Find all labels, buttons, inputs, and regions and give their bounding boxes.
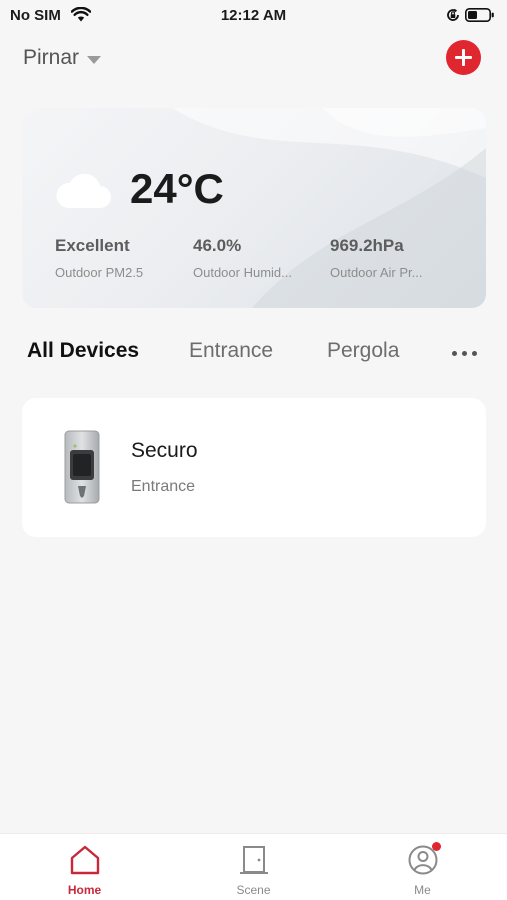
cloud-icon [56,173,111,208]
home-icon [70,845,100,875]
bottom-nav: Home Scene Me [0,833,507,900]
tab-all-devices[interactable]: All Devices [27,339,139,363]
temperature-value: 24°C [130,165,224,212]
tab-entrance[interactable]: Entrance [189,339,273,363]
nav-label: Me [414,883,431,897]
nav-scene[interactable]: Scene [169,834,338,900]
battery-icon [465,8,494,22]
home-name: Pirnar [23,46,80,69]
metric-value: Excellent [55,236,130,255]
more-dot [472,351,477,356]
fingerprint-reader-image [64,430,100,504]
metric-humidity: 46.0% Outdoor Humid... [193,236,323,280]
metric-label: Outdoor PM2.5 [55,265,144,280]
add-device-button[interactable] [446,40,481,75]
home-selector[interactable]: Pirnar [23,44,102,72]
nav-me[interactable]: Me [338,834,507,900]
door-icon [240,846,268,874]
nav-label: Home [67,883,102,897]
metric-label: Outdoor Humid... [193,265,292,280]
metric-value: 969.2hPa [330,236,404,255]
nav-home[interactable]: Home [0,834,169,900]
metric-air-pressure: 969.2hPa Outdoor Air Pr... [330,236,460,280]
metric-label: Outdoor Air Pr... [330,265,423,280]
notification-badge [432,842,441,851]
more-tabs-button[interactable] [448,348,480,360]
metric-value: 46.0% [193,236,242,255]
device-room: Entrance [131,478,196,495]
clock: 12:12 AM [220,7,287,24]
app-screen: No SIM 12:12 AM Pirnar 24°C Excellent Ou… [0,0,507,900]
caret-down-icon [87,55,102,64]
nav-label: Scene [236,883,271,897]
more-dot [452,351,457,356]
more-dot [462,351,467,356]
orientation-lock-icon [447,8,459,21]
weather-card[interactable]: 24°C Excellent Outdoor PM2.5 46.0% Outdo… [22,108,486,308]
metric-pm25: Excellent Outdoor PM2.5 [55,236,185,280]
tab-pergola[interactable]: Pergola [327,339,399,363]
room-tabs: All Devices Entrance Pergola [0,336,507,368]
device-name: Securo [131,439,198,462]
device-card[interactable]: Securo Entrance [22,398,486,537]
status-bar: No SIM 12:12 AM [0,0,507,32]
